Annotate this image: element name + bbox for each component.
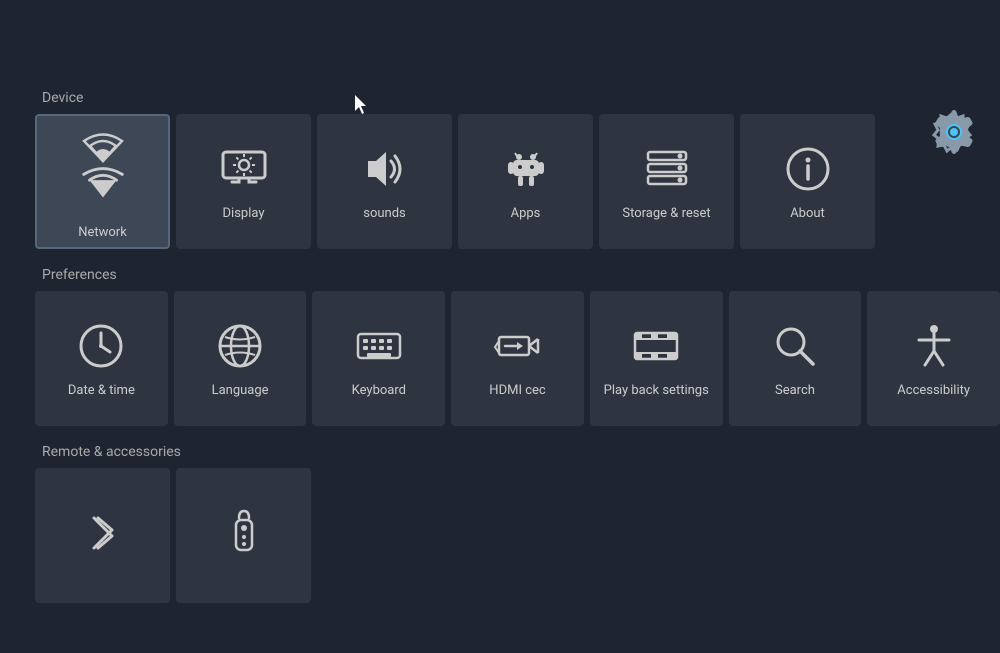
about-icon: [781, 142, 835, 196]
storage-label: Storage & reset: [622, 206, 710, 221]
display-icon: [217, 142, 271, 196]
tile-hdmi[interactable]: HDMI cec: [451, 291, 584, 426]
device-label: Device: [42, 90, 1000, 106]
bluetooth-icon: [76, 504, 130, 558]
remote-icon: [217, 504, 271, 558]
wifi-icon-actual: [76, 157, 130, 215]
hdmi-label: HDMI cec: [489, 383, 545, 398]
remote-section: Remote & accessories: [0, 444, 1000, 603]
sound-icon: [358, 142, 412, 196]
tile-apps[interactable]: Apps: [458, 114, 593, 249]
tile-display[interactable]: Display: [176, 114, 311, 249]
playback-label: Play back settings: [604, 383, 709, 398]
clock-icon: [74, 319, 128, 373]
network-label: Network: [78, 225, 127, 240]
remote-tiles-row: [35, 468, 1000, 603]
sounds-label: sounds: [363, 206, 406, 221]
tile-datetime[interactable]: Date & time: [35, 291, 168, 426]
tile-accessibility[interactable]: Accessibility: [867, 291, 1000, 426]
remote-label: Remote & accessories: [42, 444, 1000, 460]
storage-icon: [640, 142, 694, 196]
apps-icon: [499, 142, 553, 196]
tile-playback[interactable]: Play back settings: [590, 291, 723, 426]
preferences-tiles-row: Date & time Language: [35, 291, 1000, 426]
language-label: Language: [212, 383, 269, 398]
preferences-section: Preferences Date & time: [0, 267, 1000, 426]
tile-network[interactable]: Network: [35, 114, 170, 249]
preferences-label: Preferences: [42, 267, 1000, 283]
accessibility-icon: [907, 319, 961, 373]
tile-storage[interactable]: Storage & reset: [599, 114, 734, 249]
tile-language[interactable]: Language: [174, 291, 307, 426]
keyboard-label: Keyboard: [352, 383, 406, 398]
device-section: Device Network: [0, 90, 1000, 249]
settings-icon[interactable]: [930, 108, 978, 156]
tile-remote[interactable]: [176, 468, 311, 603]
keyboard-icon: [352, 319, 406, 373]
device-tiles-row: Network Displa: [35, 114, 1000, 249]
display-label: Display: [223, 206, 265, 221]
datetime-label: Date & time: [68, 383, 135, 398]
search-icon: [768, 319, 822, 373]
tile-search[interactable]: Search: [729, 291, 862, 426]
search-label: Search: [775, 383, 815, 398]
film-icon: [629, 319, 683, 373]
about-label: About: [790, 206, 825, 221]
tile-keyboard[interactable]: Keyboard: [312, 291, 445, 426]
tile-sounds[interactable]: sounds: [317, 114, 452, 249]
globe-icon: [213, 319, 267, 373]
hdmi-icon: [491, 319, 545, 373]
apps-label: Apps: [511, 206, 541, 221]
accessibility-label: Accessibility: [897, 383, 970, 398]
tile-about[interactable]: About: [740, 114, 875, 249]
tile-bluetooth[interactable]: [35, 468, 170, 603]
